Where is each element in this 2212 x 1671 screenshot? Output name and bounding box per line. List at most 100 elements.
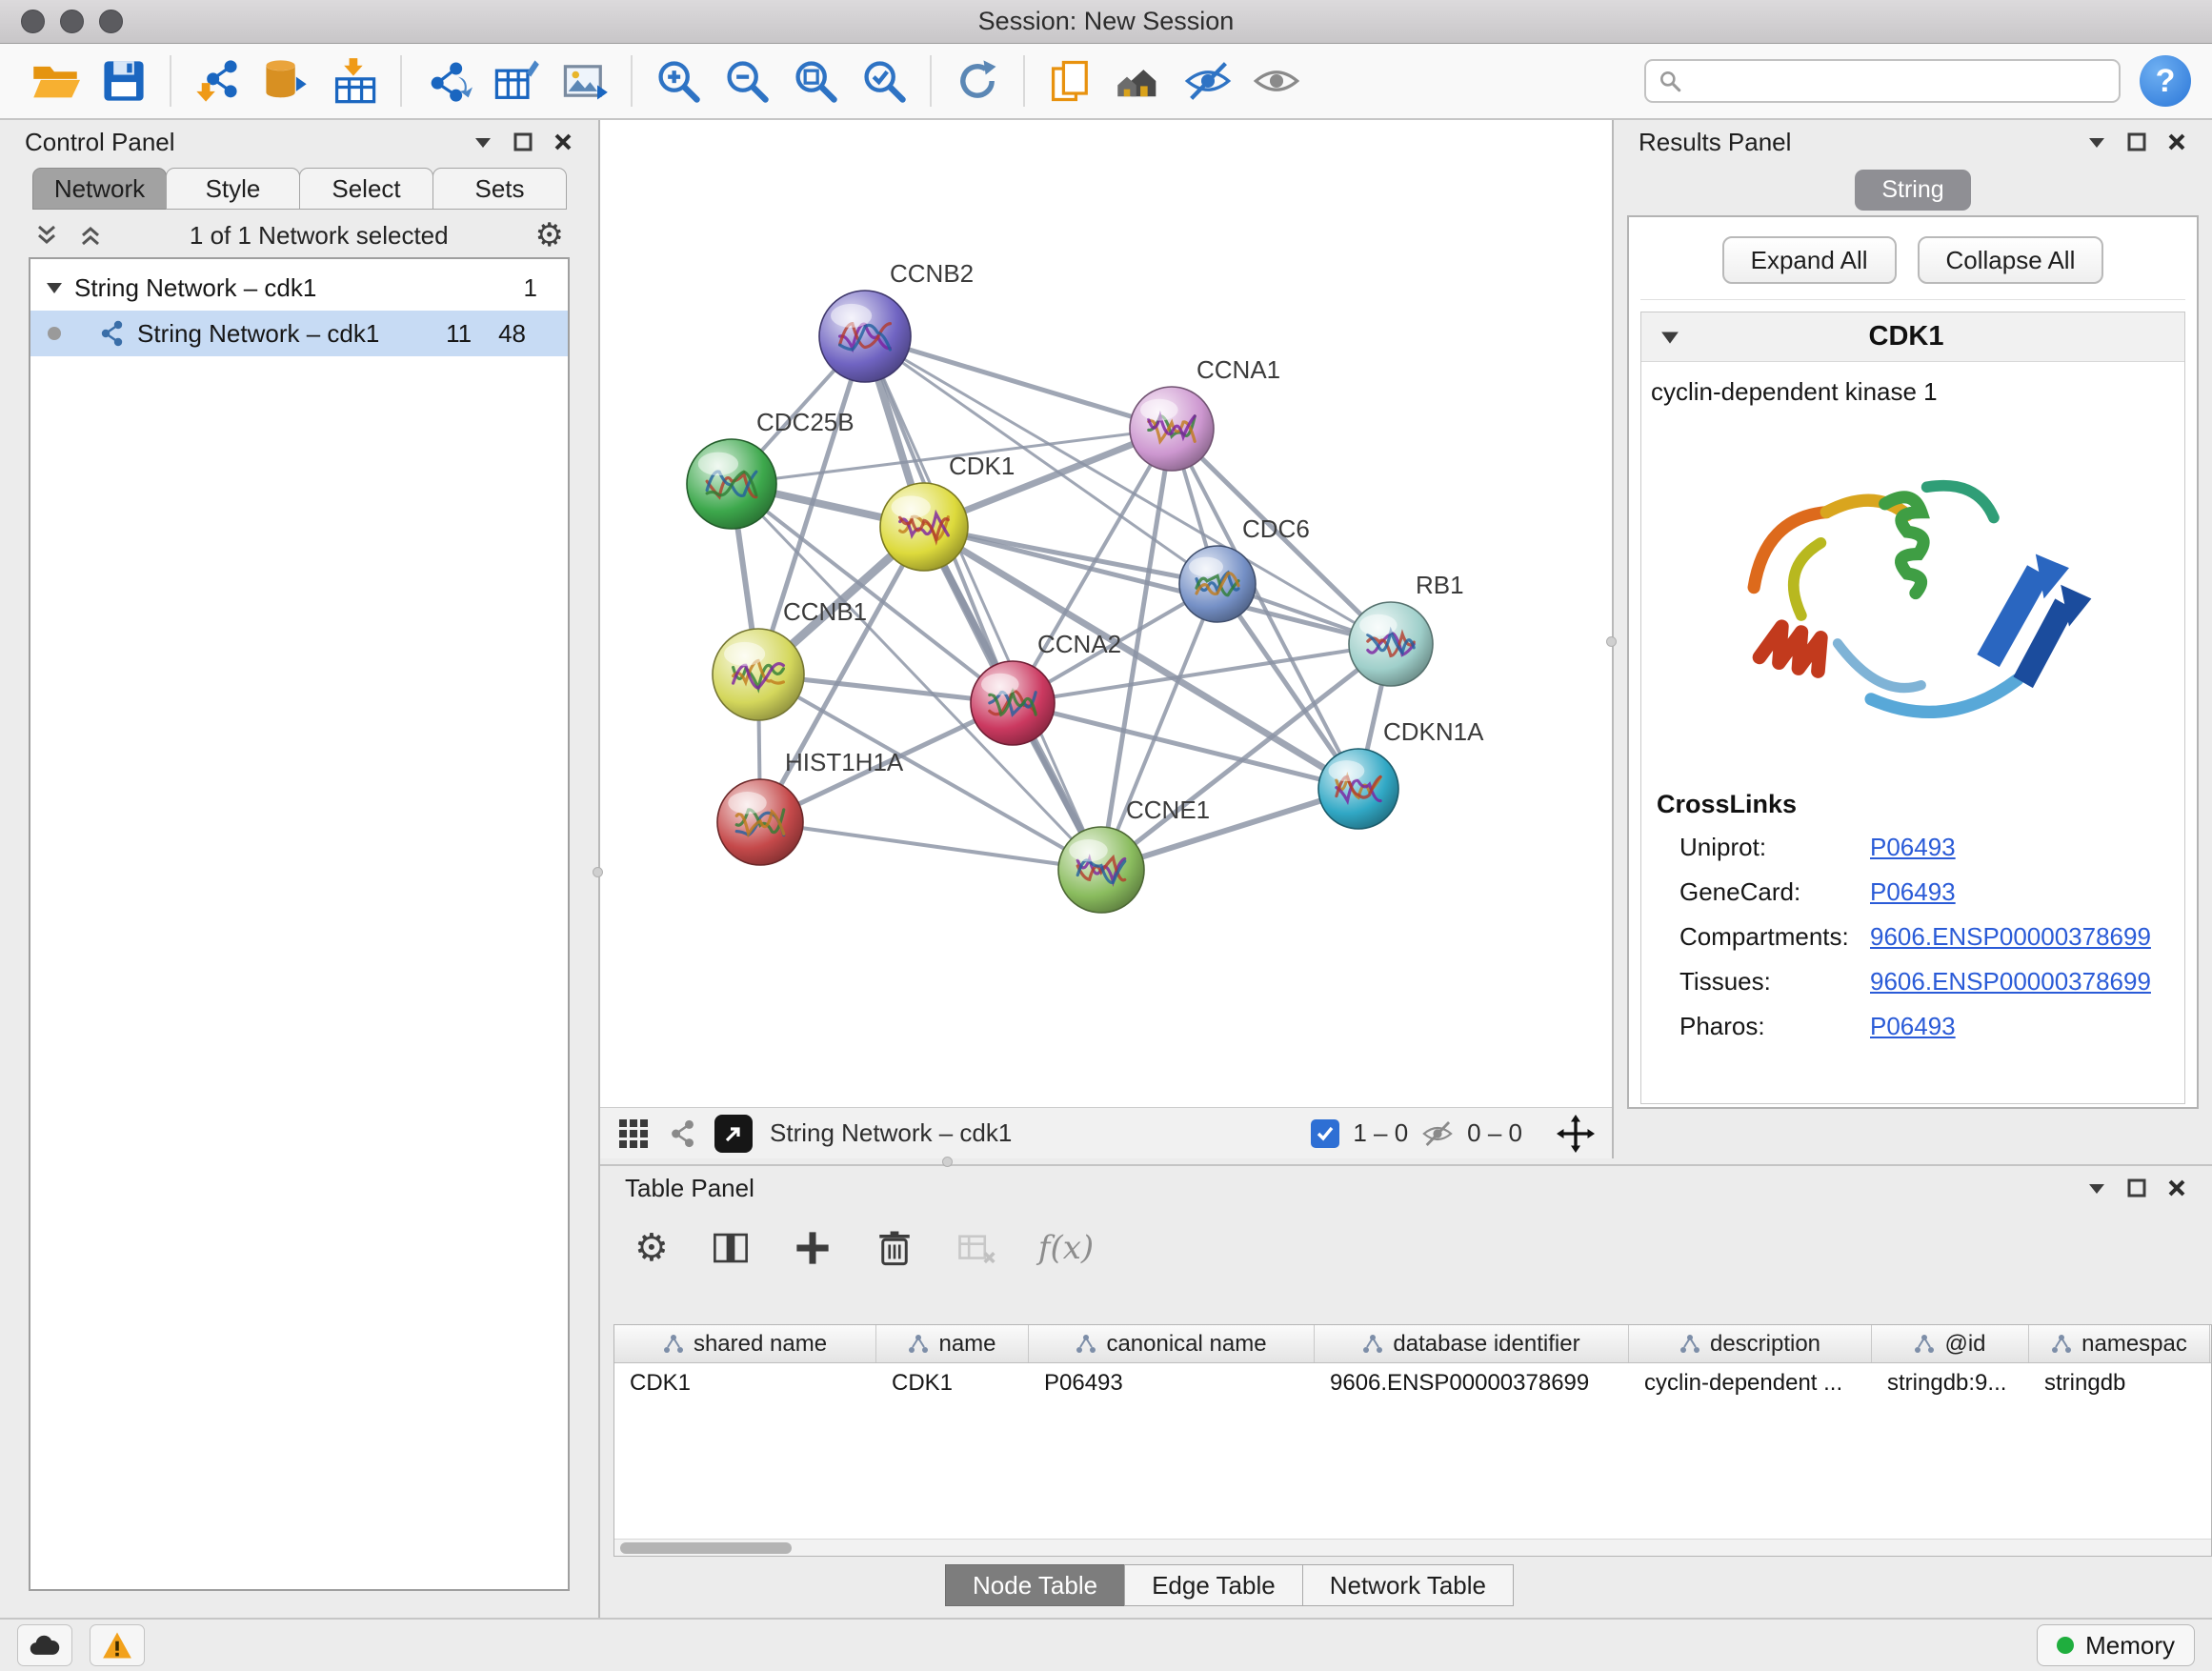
memory-label: Memory <box>2085 1631 2175 1661</box>
export-image-button[interactable] <box>551 50 619 112</box>
disclosure-triangle-icon[interactable] <box>1660 330 1679 345</box>
copy-document-button[interactable] <box>1036 50 1105 112</box>
network-node[interactable] <box>713 629 804 720</box>
column-header[interactable]: description <box>1629 1325 1872 1362</box>
table-row[interactable]: CDK1CDK1P064939606.ENSP00000378699cyclin… <box>614 1363 2211 1403</box>
panel-float-icon[interactable] <box>2126 131 2147 152</box>
show-all-button[interactable] <box>1242 50 1311 112</box>
network-node[interactable] <box>819 291 911 382</box>
network-edge[interactable] <box>865 336 1101 870</box>
import-table-button[interactable] <box>320 50 389 112</box>
panel-close-icon[interactable] <box>553 131 573 152</box>
refresh-network-button[interactable] <box>943 50 1012 112</box>
horizontal-scrollbar[interactable] <box>614 1539 2211 1556</box>
network-row[interactable]: String Network – cdk1 11 48 <box>30 311 568 356</box>
panel-close-icon[interactable] <box>2166 1178 2187 1198</box>
import-network-file-button[interactable] <box>183 50 251 112</box>
tab-node-table[interactable]: Node Table <box>945 1564 1125 1606</box>
close-window-button[interactable] <box>21 10 45 33</box>
function-builder-icon[interactable]: f(x) <box>1038 1229 1094 1267</box>
column-header[interactable]: name <box>876 1325 1029 1362</box>
column-header[interactable]: @id <box>1872 1325 2029 1362</box>
network-node[interactable] <box>1179 546 1256 622</box>
minimize-window-button[interactable] <box>60 10 84 33</box>
protein-section-header[interactable]: CDK1 <box>1641 312 2184 362</box>
search-box[interactable] <box>1644 59 2121 103</box>
panel-menu-icon[interactable] <box>2086 1178 2107 1198</box>
column-header[interactable]: namespac <box>2029 1325 2210 1362</box>
collapse-all-icon[interactable] <box>34 223 59 248</box>
network-node[interactable] <box>971 661 1055 745</box>
memory-button[interactable]: Memory <box>2037 1624 2195 1666</box>
tab-network[interactable]: Network <box>32 168 167 210</box>
network-node[interactable] <box>1349 602 1433 686</box>
tab-style[interactable]: Style <box>166 168 300 210</box>
expand-all-button[interactable]: Expand All <box>1722 236 1897 284</box>
panel-float-icon[interactable] <box>2126 1178 2147 1198</box>
collapse-all-button[interactable]: Collapse All <box>1918 236 2104 284</box>
network-node[interactable] <box>1130 387 1214 471</box>
houses-icon <box>1115 56 1164 106</box>
network-collection-row[interactable]: String Network – cdk1 1 <box>30 265 568 311</box>
selected-checkbox[interactable] <box>1311 1119 1339 1148</box>
tab-string[interactable]: String <box>1855 170 1970 211</box>
panel-float-icon[interactable] <box>513 131 533 152</box>
disclosure-triangle-icon[interactable] <box>46 281 63 294</box>
help-button[interactable]: ? <box>2140 55 2191 107</box>
panel-menu-icon[interactable] <box>2086 131 2107 152</box>
cloud-status-button[interactable] <box>17 1624 72 1666</box>
pan-crosshair-icon[interactable] <box>1557 1115 1595 1153</box>
zoom-fit-button[interactable] <box>781 50 850 112</box>
column-header[interactable]: shared name <box>614 1325 876 1362</box>
zoom-window-button[interactable] <box>99 10 123 33</box>
warnings-button[interactable] <box>90 1624 145 1666</box>
delete-trash-icon[interactable] <box>875 1228 915 1268</box>
add-icon[interactable] <box>793 1228 833 1268</box>
column-header[interactable]: canonical name <box>1029 1325 1315 1362</box>
zoom-selected-button[interactable] <box>850 50 918 112</box>
search-input[interactable] <box>1692 68 2107 94</box>
network-options-gear-icon[interactable]: ⚙ <box>535 219 564 252</box>
network-graph[interactable]: CCNB2CCNA1CDC25BCDK1CDC6RB1CCNB1CCNA2CDK… <box>600 120 1612 1107</box>
tab-sets[interactable]: Sets <box>432 168 567 210</box>
splitter-handle[interactable] <box>942 1157 953 1167</box>
splitter-handle[interactable] <box>593 867 603 877</box>
import-network-database-button[interactable] <box>251 50 320 112</box>
network-view[interactable]: CCNB2CCNA1CDC25BCDK1CDC6RB1CCNB1CCNA2CDK… <box>600 120 1612 1158</box>
open-session-button[interactable] <box>21 50 90 112</box>
column-header[interactable]: database identifier <box>1315 1325 1629 1362</box>
network-view-title: String Network – cdk1 <box>770 1118 1012 1148</box>
image-export-icon <box>560 56 610 106</box>
zoom-out-button[interactable] <box>713 50 781 112</box>
panel-menu-icon[interactable] <box>473 131 493 152</box>
tab-edge-table[interactable]: Edge Table <box>1124 1564 1303 1606</box>
splitter-handle[interactable] <box>1606 636 1617 647</box>
export-table-button[interactable] <box>482 50 551 112</box>
crosslink-link[interactable]: P06493 <box>1870 833 1956 862</box>
birdseye-view-icon[interactable] <box>617 1117 650 1150</box>
hide-selected-button[interactable] <box>1174 50 1242 112</box>
tab-network-table[interactable]: Network Table <box>1302 1564 1514 1606</box>
column-attribute-icon <box>2051 1334 2072 1355</box>
zoom-in-button[interactable] <box>644 50 713 112</box>
save-session-button[interactable] <box>90 50 158 112</box>
scrollbar-thumb[interactable] <box>620 1542 792 1554</box>
home-button[interactable] <box>1105 50 1174 112</box>
share-network-icon[interactable] <box>667 1118 697 1149</box>
network-edge[interactable] <box>865 336 1172 429</box>
crosslink-link[interactable]: P06493 <box>1870 1012 1956 1041</box>
tab-select[interactable]: Select <box>299 168 433 210</box>
expand-all-icon[interactable] <box>78 223 103 248</box>
crosslink-link[interactable]: 9606.ENSP00000378699 <box>1870 967 2151 997</box>
crosslink-link[interactable]: 9606.ENSP00000378699 <box>1870 922 2151 952</box>
network-edge[interactable] <box>760 822 1101 870</box>
network-node[interactable] <box>880 483 968 571</box>
panel-close-icon[interactable] <box>2166 131 2187 152</box>
open-in-new-button[interactable] <box>714 1115 753 1153</box>
insert-column-icon[interactable] <box>711 1228 751 1268</box>
table-options-gear-icon[interactable]: ⚙ <box>634 1229 669 1267</box>
column-attribute-icon <box>1914 1334 1935 1355</box>
network-node[interactable] <box>1318 749 1398 829</box>
crosslink-link[interactable]: P06493 <box>1870 877 1956 907</box>
clone-network-button[interactable] <box>413 50 482 112</box>
